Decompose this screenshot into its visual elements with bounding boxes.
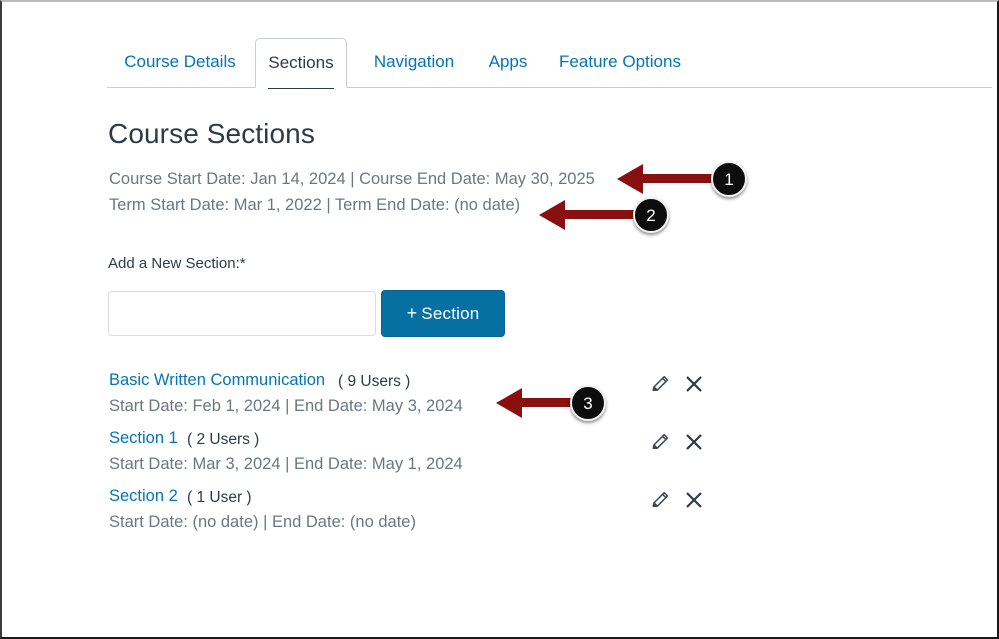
section-dates: Start Date: (no date) | End Date: (no da… <box>109 513 416 531</box>
course-settings-page: Course Details Sections Navigation Apps … <box>2 2 997 637</box>
close-x-icon[interactable] <box>683 431 705 453</box>
section-link-basic-written-communication[interactable]: Basic Written Communication <box>109 371 325 390</box>
pencil-icon[interactable] <box>650 431 672 453</box>
close-x-icon[interactable] <box>683 489 705 511</box>
plus-icon: + <box>406 303 418 323</box>
tab-apps[interactable]: Apps <box>480 38 536 88</box>
annotation-marker-1: 1 <box>711 161 747 197</box>
section-link-section-1[interactable]: Section 1 <box>109 429 178 448</box>
annotation-marker-3: 3 <box>570 385 606 421</box>
tab-navigation[interactable]: Navigation <box>362 38 466 88</box>
tab-sections-label: Sections <box>268 39 334 89</box>
course-dates-text: Course Start Date: Jan 14, 2024 | Course… <box>109 170 595 188</box>
page-title: Course Sections <box>108 118 315 149</box>
tab-feature-options-label: Feature Options <box>559 52 681 71</box>
add-section-label: Add a New Section:* <box>108 255 246 272</box>
pencil-icon[interactable] <box>650 373 672 395</box>
section-user-count: ( 9 Users ) <box>338 373 411 390</box>
annotation-marker-2: 2 <box>633 197 669 233</box>
section-link-section-2[interactable]: Section 2 <box>109 487 178 506</box>
close-x-icon[interactable] <box>683 373 705 395</box>
pencil-icon[interactable] <box>650 489 672 511</box>
tab-navigation-label: Navigation <box>373 52 455 71</box>
section-dates: Start Date: Mar 3, 2024 | End Date: May … <box>109 455 463 473</box>
add-section-button-label: Section <box>421 304 480 323</box>
new-section-name-input[interactable] <box>108 291 376 336</box>
section-user-count: ( 1 User ) <box>187 489 252 506</box>
section-dates: Start Date: Feb 1, 2024 | End Date: May … <box>109 397 463 415</box>
tab-sections[interactable]: Sections <box>255 38 347 89</box>
tab-course-details[interactable]: Course Details <box>117 38 243 88</box>
add-section-button[interactable]: + Section <box>381 290 505 337</box>
settings-tab-bar: Course Details Sections Navigation Apps … <box>107 38 992 89</box>
tab-course-details-label: Course Details <box>124 52 236 71</box>
section-user-count: ( 2 Users ) <box>187 431 260 448</box>
tab-apps-label: Apps <box>488 52 528 71</box>
tab-feature-options[interactable]: Feature Options <box>550 38 690 88</box>
term-dates-text: Term Start Date: Mar 1, 2022 | Term End … <box>109 196 521 214</box>
browser-page-frame: Course Details Sections Navigation Apps … <box>0 0 999 639</box>
